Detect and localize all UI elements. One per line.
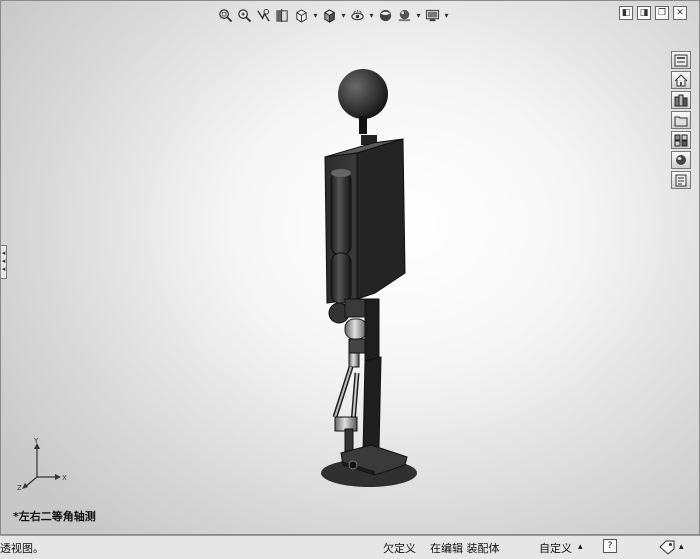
window-controls: ◧ ◨ ❐ ✕ <box>619 6 687 20</box>
apply-scene-icon[interactable] <box>396 7 413 24</box>
feature-manager-expand-handle[interactable]: ◂ ◂ ◂ <box>1 245 7 279</box>
hide-show-items-icon[interactable] <box>349 7 366 24</box>
view-orientation-dropdown[interactable]: ▾ <box>312 11 319 20</box>
foot-bolt <box>348 460 358 470</box>
resources-icon[interactable] <box>671 51 691 69</box>
knee-joint <box>348 352 360 368</box>
triad-y-label: Y <box>33 437 39 445</box>
arm-cylinder-lower <box>330 252 352 304</box>
status-message: 透视图。 <box>0 542 44 555</box>
section-view-icon[interactable] <box>274 7 291 24</box>
view-settings-dropdown[interactable]: ▾ <box>443 11 450 20</box>
restore-icon[interactable]: ❐ <box>655 6 669 20</box>
tile-right-icon[interactable]: ◨ <box>637 6 651 20</box>
shin <box>362 356 382 454</box>
view-orientation-icon[interactable] <box>293 7 310 24</box>
view-palette-icon[interactable] <box>671 131 691 149</box>
appearances-icon[interactable] <box>671 151 691 169</box>
previous-view-icon[interactable] <box>255 7 272 24</box>
edit-appearance-icon[interactable] <box>377 7 394 24</box>
hip-joint-silver <box>344 318 368 340</box>
file-explorer-icon[interactable] <box>671 111 691 129</box>
view-settings-icon[interactable] <box>424 7 441 24</box>
arm-cylinder-upper <box>330 170 352 256</box>
tile-left-icon[interactable]: ◧ <box>619 6 633 20</box>
robot-neck <box>359 116 367 134</box>
zoom-to-area-icon[interactable] <box>236 7 253 24</box>
view-orientation-label: *左右二等角轴测 <box>13 510 96 523</box>
display-style-dropdown[interactable]: ▾ <box>340 11 347 20</box>
status-underdefined: 欠定义 <box>383 542 416 555</box>
design-library-icon[interactable] <box>671 91 691 109</box>
thigh <box>364 298 380 366</box>
ankle-strut <box>344 428 354 452</box>
heads-up-view-toolbar: ▾ ▾ ▾ ▾ ▾ <box>217 5 450 25</box>
linkage-rod-inner <box>334 366 352 418</box>
units-dropdown-arrow[interactable]: ▴ <box>578 542 583 552</box>
reference-triad: Y X Z <box>17 437 67 492</box>
close-icon[interactable]: ✕ <box>673 6 687 20</box>
status-dropdown-arrow[interactable]: ▴ <box>679 542 684 552</box>
zoom-to-fit-icon[interactable] <box>217 7 234 24</box>
triad-x-label: X <box>62 474 67 482</box>
hide-show-dropdown[interactable]: ▾ <box>368 11 375 20</box>
knee-block <box>348 338 366 354</box>
torso-side-face <box>356 138 406 300</box>
rebuild-tag-icon[interactable] <box>658 539 676 558</box>
assembly-model[interactable] <box>301 61 441 501</box>
robot-head <box>338 69 388 119</box>
custom-properties-icon[interactable] <box>671 171 691 189</box>
task-pane-tabs <box>671 51 693 189</box>
home-icon[interactable] <box>671 71 691 89</box>
hip-block <box>344 298 366 318</box>
display-style-icon[interactable] <box>321 7 338 24</box>
status-units-custom[interactable]: 自定义 <box>539 540 572 556</box>
graphics-area[interactable]: ▾ ▾ ▾ ▾ ▾ ◧ ◨ ❐ ✕ ◂ ◂ ◂ Y X Z *左右二等角轴测 <box>0 0 700 535</box>
help-button[interactable]: ? <box>603 539 617 553</box>
triad-z-label: Z <box>17 484 22 492</box>
status-editing-assembly: 在编辑 装配体 <box>430 542 500 555</box>
apply-scene-dropdown[interactable]: ▾ <box>415 11 422 20</box>
status-bar: 透视图。 欠定义 在编辑 装配体 自定义 ▴ ? ▴ <box>0 535 700 559</box>
arm-cylinder-cap <box>331 169 351 177</box>
